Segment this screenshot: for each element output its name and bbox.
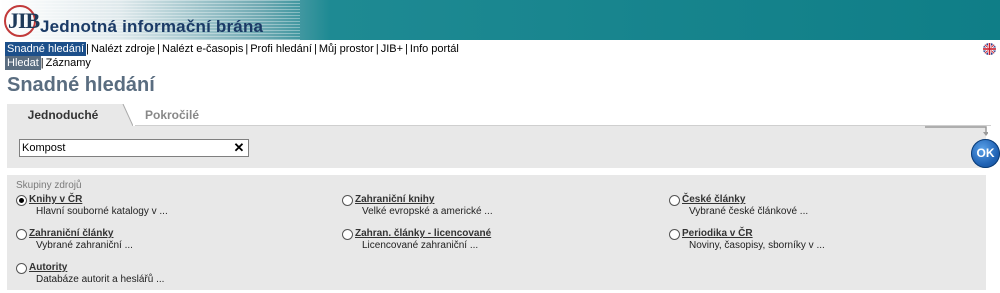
group-radio[interactable] [669, 195, 680, 206]
source-groups-panel [7, 175, 986, 290]
uk-flag-icon[interactable] [983, 43, 996, 55]
nav-item-nalezt-e-casopis[interactable]: Nalézt e-časopis [160, 42, 245, 56]
group-radio[interactable] [342, 229, 353, 240]
logo-text: JIB [8, 8, 40, 33]
tab-corner [119, 104, 133, 126]
group-description: Vybrané zahraniční ... [36, 240, 133, 251]
group-name-link[interactable]: Zahraniční knihy [355, 194, 434, 205]
group-description: Licencované zahraniční ... [362, 240, 479, 251]
group-description: Hlavní souborné katalogy v ... [36, 206, 168, 217]
group-name-link[interactable]: Knihy v ČR [29, 194, 82, 205]
group-radio[interactable] [669, 229, 680, 240]
group-name-link[interactable]: Autority [29, 262, 67, 273]
group-radio[interactable] [16, 229, 27, 240]
search-mode-tabs: Jednoduché Pokročilé [7, 104, 991, 126]
nav-item-snadne-hledani[interactable]: Snadné hledání [5, 42, 87, 56]
group-name-link[interactable]: České články [682, 194, 745, 205]
nav-item-nalezt-zdroje[interactable]: Nalézt zdroje [89, 42, 157, 56]
sub-navigation: Hledat | Záznamy [5, 56, 93, 70]
tab-jednoduche[interactable]: Jednoduché [7, 104, 119, 126]
group-description: Noviny, časopisy, sborníky v ... [689, 240, 825, 251]
group-name-link[interactable]: Zahran. články - licencované [355, 228, 491, 239]
source-groups-label: Skupiny zdrojů [16, 180, 82, 191]
group-description: Databáze autorit a heslářů ... [36, 274, 165, 285]
subnav-item-hledat[interactable]: Hledat [5, 56, 41, 70]
nav-item-muj-prostor[interactable]: Můj prostor [317, 42, 376, 56]
main-navigation: Snadné hledání | Nalézt zdroje | Nalézt e-ča… [5, 42, 461, 56]
submit-arrow-icon [925, 126, 988, 136]
search-input[interactable] [22, 141, 227, 155]
subnav-item-zaznamy[interactable]: Záznamy [44, 56, 93, 70]
clear-search-button[interactable]: ✕ [233, 141, 245, 155]
group-description: Velké evropské a americké ... [362, 206, 493, 217]
header-banner: JIB Jednotná informační brána [0, 0, 1000, 40]
ok-submit-button[interactable]: OK [971, 139, 1000, 168]
group-description: Vybrané české článkové ... [689, 206, 809, 217]
group-name-link[interactable]: Zahraniční články [29, 228, 113, 239]
group-radio[interactable] [342, 195, 353, 206]
nav-item-profi-hledani[interactable]: Profi hledání [248, 42, 314, 56]
banner-title: Jednotná informační brána [40, 17, 264, 36]
group-radio[interactable] [16, 195, 27, 206]
group-radio[interactable] [16, 263, 27, 274]
search-field: ✕ [19, 139, 249, 157]
tab-pokrocile[interactable]: Pokročilé [135, 104, 991, 126]
page-title: Snadné hledání [7, 74, 155, 96]
nav-item-info-portal[interactable]: Info portál [408, 42, 461, 56]
group-name-link[interactable]: Periodika v ČR [682, 228, 753, 239]
nav-item-jib-plus[interactable]: JIB+ [379, 42, 405, 56]
